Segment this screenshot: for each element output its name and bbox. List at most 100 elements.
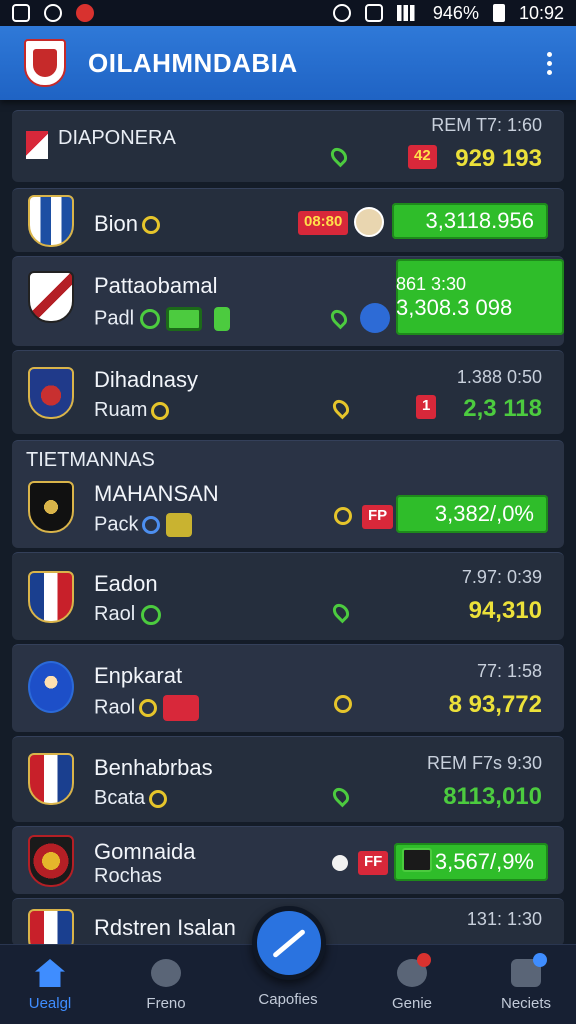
team-subtitle-text: Pack xyxy=(94,513,139,536)
team-subtitle: Raol xyxy=(94,603,162,626)
location-icon xyxy=(329,784,353,808)
odds-button[interactable]: 3,3118.956 xyxy=(392,203,548,239)
nav-label: Neciets xyxy=(500,995,552,1012)
status-icon xyxy=(141,604,162,625)
battery-icon xyxy=(492,4,505,22)
match-card-enpkarat[interactable]: Enpkarat Raol 77: 1:58 8 93,772 xyxy=(12,644,564,732)
status-dot xyxy=(332,855,348,871)
match-card-dihadnasy[interactable]: Dihadnasy Ruam 1.388 0:50 1 2,3 118 xyxy=(12,350,564,434)
link-icon xyxy=(44,4,62,22)
score-badge: FF xyxy=(358,851,389,875)
notification-dot xyxy=(417,953,431,967)
team-name: Gomnaida xyxy=(94,839,196,864)
alert-icon xyxy=(76,4,94,22)
match-card-gomnaida[interactable]: Gomnaida Rochas FF 3,567/,9% xyxy=(12,826,564,894)
team-name: MAHANSAN xyxy=(94,481,219,506)
team-subtitle: Pack xyxy=(94,513,193,537)
nav-genie[interactable]: Genie xyxy=(362,953,462,1012)
rating-icon xyxy=(139,699,158,717)
nav-freno[interactable]: Freno xyxy=(116,959,216,1012)
nav-neciets[interactable]: Neciets xyxy=(476,953,576,1012)
match-card-diaponera[interactable]: DIAPONERA REM T7: 1:60 42 929 193 xyxy=(12,110,564,182)
match-time: 861 3:30 xyxy=(396,273,467,294)
alarm-icon xyxy=(332,4,351,22)
nav-label: Freno xyxy=(146,995,186,1012)
team-subtitle: Rochas xyxy=(94,865,162,887)
rating-icon xyxy=(142,216,161,235)
camera-icon xyxy=(397,953,431,987)
match-card-bion[interactable]: Bion 08:80 3,3118.956 xyxy=(12,188,564,252)
location-icon xyxy=(329,396,353,420)
nav-label: Genie xyxy=(391,995,433,1012)
rating-icon xyxy=(151,401,170,420)
team-crest-icon xyxy=(28,661,74,713)
battery-percent: 946% xyxy=(432,2,479,23)
score-value: 8 93,772 xyxy=(448,691,542,718)
notifications-icon xyxy=(511,953,547,987)
team-name: Pattaobamal xyxy=(94,273,218,298)
team-crest-icon xyxy=(28,571,74,623)
section-label: DIAPONERA xyxy=(58,127,176,149)
match-card-eadon[interactable]: Eadon Raol 7.97: 0:39 94,310 xyxy=(12,552,564,640)
team-subtitle-text: Raol xyxy=(94,696,136,719)
score-value: 929 193 xyxy=(455,145,542,172)
team-name: Benhabrbas xyxy=(94,755,213,780)
rating-icon xyxy=(334,695,352,713)
odds-button[interactable]: 3,382/,0% xyxy=(396,495,548,533)
stat-chip xyxy=(166,307,203,331)
team-subtitle: Ruam xyxy=(94,399,170,422)
match-time: 77: 1:58 xyxy=(476,661,542,681)
score-badge: 08:80 xyxy=(298,211,349,235)
score-chip-icon xyxy=(402,848,432,872)
team-subtitle-text: Bcata xyxy=(94,787,146,809)
location-icon xyxy=(329,600,353,624)
score-value: 8113,010 xyxy=(443,783,542,810)
ball-icon xyxy=(151,959,181,987)
compose-fab[interactable] xyxy=(252,906,326,980)
rating-icon xyxy=(142,516,161,534)
team-subtitle: Padl xyxy=(94,307,231,331)
odds-button[interactable]: 3,567/,9% xyxy=(394,843,548,881)
flag-icon xyxy=(26,131,48,159)
score-badge: 42 xyxy=(408,145,437,169)
clock: 10:92 xyxy=(518,2,564,23)
match-card-pattaobamal[interactable]: Pattaobamal Padl 861 3:30 3,308.3 098 xyxy=(12,256,564,346)
odds-value: 3,567/,9% xyxy=(434,849,534,874)
app-title: OILAHMNDABIA xyxy=(88,47,298,78)
match-time: 1.388 0:50 xyxy=(456,367,542,387)
team-crest-icon xyxy=(28,481,74,533)
team-subtitle: Raol xyxy=(94,695,200,721)
team-subtitle-text: Ruam xyxy=(94,399,148,421)
team-name: Enpkarat xyxy=(94,663,183,688)
share-icon[interactable] xyxy=(360,303,390,333)
pen-icon xyxy=(272,928,306,958)
nav-label: Capofies xyxy=(258,991,318,1008)
rating-icon xyxy=(149,789,168,808)
team-crest-icon xyxy=(28,271,74,323)
team-name-text: Bion xyxy=(94,211,139,236)
team-name: Bion xyxy=(94,211,161,237)
nav-capofies[interactable]: Capofies xyxy=(238,991,338,1008)
match-card-benhabrbas[interactable]: Benhabrbas Bcata REM F7s 9:30 8113,010 xyxy=(12,736,564,822)
match-time: 7.97: 0:39 xyxy=(461,567,542,587)
match-time: REM T7: 1:60 xyxy=(431,115,542,135)
app-bar: OILAHMNDABIA xyxy=(0,26,576,100)
team-crest-icon xyxy=(28,367,74,419)
nav-home[interactable]: Uealgl xyxy=(0,959,100,1012)
score-value: 2,3 118 xyxy=(463,395,542,422)
overflow-menu-icon[interactable] xyxy=(547,51,552,75)
score-badge: FP xyxy=(362,505,394,529)
match-time: 131: 1:30 xyxy=(466,909,542,929)
match-card-mahansan[interactable]: TIETMANNAS MAHANSAN Pack FP 3,382/,0% xyxy=(12,440,564,548)
location-icon xyxy=(327,144,351,168)
odds-button[interactable]: 861 3:30 3,308.3 098 xyxy=(396,259,564,335)
match-time: REM F7s 9:30 xyxy=(426,753,542,773)
odds-value: 3,308.3 098 xyxy=(396,294,513,320)
home-icon xyxy=(35,959,65,987)
club-logo[interactable] xyxy=(24,39,66,87)
vibrate-icon xyxy=(364,4,383,22)
team-crest-icon xyxy=(28,909,74,946)
form-bar xyxy=(214,307,231,331)
stat-chip xyxy=(163,695,200,721)
rating-icon xyxy=(334,507,352,525)
